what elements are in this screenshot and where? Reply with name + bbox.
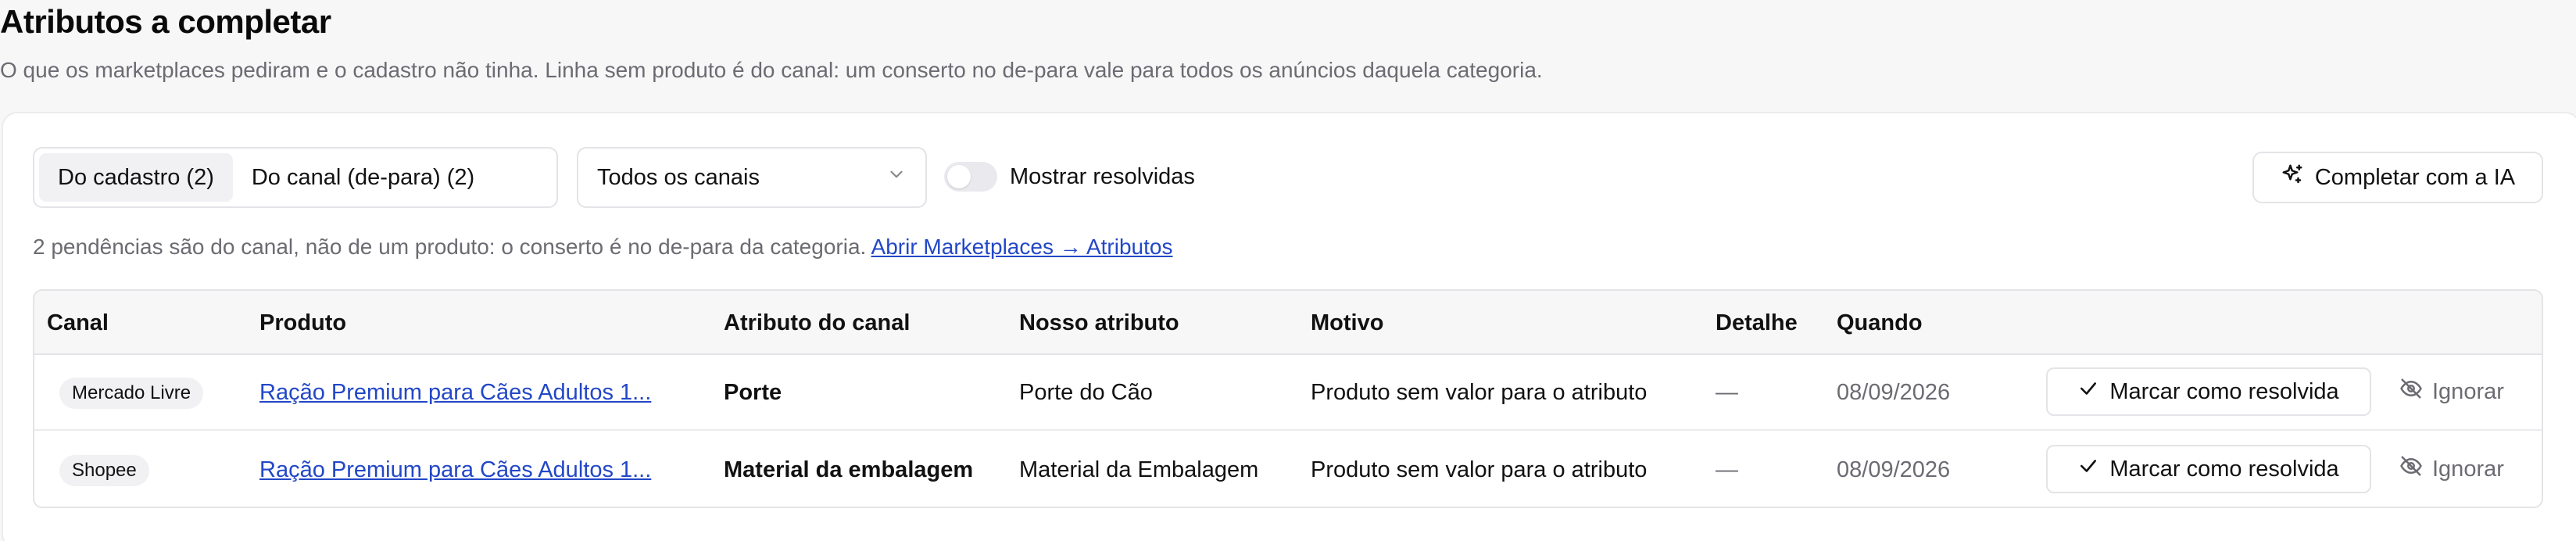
column-header-nosso-atributo: Nosso atributo [1019,310,1179,335]
eye-off-icon [2399,377,2423,407]
check-icon [2078,378,2098,405]
show-resolved-label: Mostrar resolvidas [1010,163,1195,189]
detail: — [1716,457,1738,482]
table-row: Shopee Ração Premium para Cães Adultos 1… [34,432,2542,507]
reason: Produto sem valor para o atributo [1311,380,1648,405]
mark-resolved-label: Marcar como resolvida [2109,378,2339,404]
channel-badge: Mercado Livre [59,377,204,409]
page-title: Atributos a completar [0,3,331,40]
toggle-knob [947,165,971,188]
chevron-down-icon [886,164,907,191]
table-header: Canal Produto Atributo do canal Nosso at… [34,291,2542,355]
channel-select[interactable]: Todos os canais [577,147,927,208]
reason: Produto sem valor para o atributo [1311,457,1648,482]
complete-with-ai-button[interactable]: Completar com a IA [2252,152,2543,203]
mark-resolved-button[interactable]: Marcar como resolvida [2046,367,2371,416]
product-link[interactable]: Ração Premium para Cães Adultos 1... [259,380,651,406]
page-subtitle: O que os marketplaces pediram e o cadast… [0,58,1543,82]
detail: — [1716,380,1738,405]
open-marketplaces-attributes-link[interactable]: Abrir Marketplaces → Atributos [871,235,1173,259]
date: 08/09/2026 [1837,457,1951,482]
ignore-button[interactable]: Ignorar [2399,445,2504,493]
page: Atributos a completar O que os marketpla… [0,0,2576,541]
tab-do-canal[interactable]: Do canal (de-para) (2) [233,153,493,202]
column-header-detalhe: Detalhe [1716,310,1798,335]
tab-do-cadastro[interactable]: Do cadastro (2) [39,153,233,202]
column-header-motivo: Motivo [1311,310,1384,335]
channel-info-message: 2 pendências são do canal, não de um pro… [33,235,1172,260]
check-icon [2078,456,2098,482]
channel-attribute: Material da embalagem [724,457,974,482]
date: 08/09/2026 [1837,380,1951,405]
our-attribute: Porte do Cão [1019,380,1153,405]
column-header-atributo-canal: Atributo do canal [724,310,911,335]
show-resolved-toggle[interactable] [944,162,997,192]
mark-resolved-label: Marcar como resolvida [2109,456,2339,482]
complete-with-ai-label: Completar com a IA [2314,164,2516,190]
channel-select-value: Todos os canais [597,164,760,190]
eye-off-icon [2399,454,2423,484]
ignore-button[interactable]: Ignorar [2399,367,2504,416]
channel-badge: Shopee [59,454,149,486]
ignore-label: Ignorar [2432,456,2504,482]
source-segmented-control: Do cadastro (2) Do canal (de-para) (2) [33,147,558,208]
channel-attribute: Porte [724,380,782,405]
column-header-quando: Quando [1837,310,1923,335]
product-link[interactable]: Ração Premium para Cães Adultos 1... [259,457,651,483]
pending-attributes-table: Canal Produto Atributo do canal Nosso at… [33,289,2543,508]
channel-info-text: 2 pendências são do canal, não de um pro… [33,235,867,259]
sparkles-icon [2281,163,2304,192]
mark-resolved-button[interactable]: Marcar como resolvida [2046,445,2371,493]
column-header-canal: Canal [47,310,109,335]
table-row: Mercado Livre Ração Premium para Cães Ad… [34,355,2542,431]
column-header-produto: Produto [259,310,347,335]
show-resolved-toggle-group: Mostrar resolvidas [944,156,1195,197]
our-attribute: Material da Embalagem [1019,457,1259,482]
ignore-label: Ignorar [2432,378,2504,404]
